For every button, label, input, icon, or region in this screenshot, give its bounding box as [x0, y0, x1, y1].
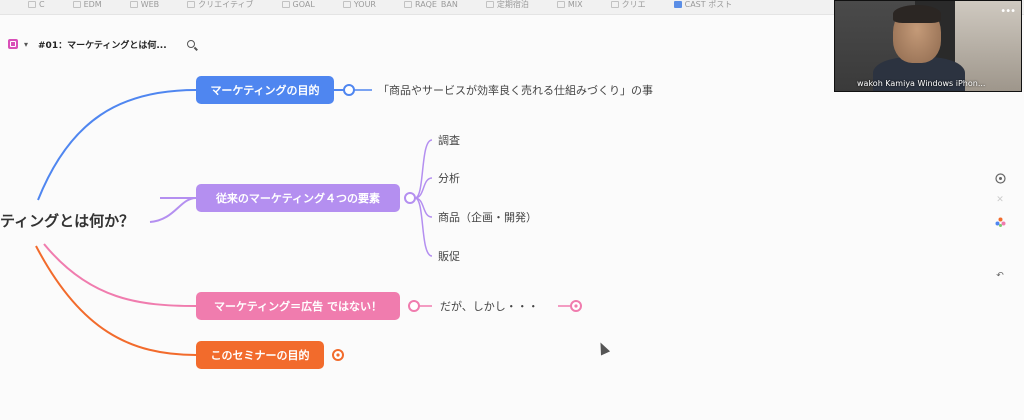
participant-hair [893, 5, 941, 23]
mindmap-leaf-analysis[interactable]: 分析 [438, 170, 460, 186]
mindmap-root[interactable]: ティングとは何か？ [0, 210, 134, 236]
undo-icon[interactable]: ↶ [994, 270, 1006, 282]
palette-icon[interactable] [994, 216, 1006, 228]
mindmap-node-seminar-purpose[interactable]: このセミナーの目的 [196, 341, 324, 369]
mindmap-leaf-product[interactable]: 商品（企画・開発） [438, 209, 537, 225]
mindmap-node-four-elements[interactable]: 従来のマーケティング４つの要素 [196, 184, 400, 212]
mindmap-leaf-purpose-definition[interactable]: 「商品やサービスが効率良く売れる仕組みづくり」の事 [378, 82, 653, 98]
close-icon[interactable]: ✕ [994, 194, 1006, 206]
more-options-icon[interactable]: ••• [1000, 6, 1016, 17]
mindmap-leaf-research[interactable]: 調査 [438, 132, 460, 148]
mindmap-node-not-advertising[interactable]: マーケティング＝広告 ではない！ [196, 292, 400, 320]
participant-name: wakoh Kamiya Windows iPhon... [857, 79, 986, 88]
mindmap-leaf-however[interactable]: だが、しかし・・・ [440, 298, 539, 314]
target-icon[interactable] [994, 172, 1006, 184]
video-tile[interactable]: ••• wakoh Kamiya Windows iPhon... [834, 0, 1022, 92]
mindmap-node-purpose[interactable]: マーケティングの目的 [196, 76, 334, 104]
mindmap-leaf-promotion[interactable]: 販促 [438, 248, 460, 264]
